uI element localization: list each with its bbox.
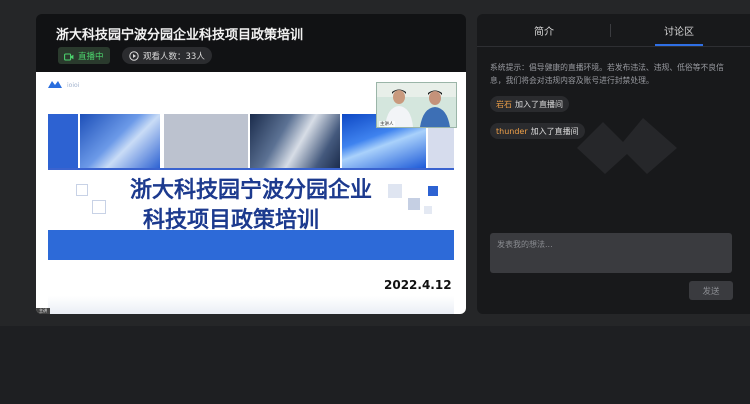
tab-divider xyxy=(610,24,611,37)
chat-action: 加入了直播间 xyxy=(515,99,563,109)
chat-username[interactable]: 岩石 xyxy=(496,99,512,110)
chat-action: 加入了直播间 xyxy=(530,126,579,136)
live-camera-icon xyxy=(64,46,74,65)
slide-date: 2022.4.12 xyxy=(384,278,452,292)
watermark-logo-icon xyxy=(577,118,677,174)
slide-image-skyscraper xyxy=(80,114,160,168)
comment-input[interactable] xyxy=(490,233,732,273)
live-status-badge: 直播中 xyxy=(58,47,110,64)
slide-logo: ioioi xyxy=(48,80,79,90)
active-tab-indicator xyxy=(655,44,703,46)
viewer-count-label: 观看人数：33人 xyxy=(143,51,205,62)
chat-username[interactable]: thunder xyxy=(496,127,528,136)
speaker-name-tag: 主讲人 xyxy=(379,121,395,127)
slide-image-handshake xyxy=(250,114,340,168)
video-area[interactable]: ioioi 浙大科技园宁波分园企业 科技项目政策培训 2022.4.12 主讲人… xyxy=(36,72,466,314)
slide-image-blue-left xyxy=(48,114,78,168)
tab-intro[interactable]: 简介 xyxy=(534,23,554,38)
system-notice: 系统提示：倡导健康的直播环境。若发布违法、违规、低俗等不良信息，我们将会对违规内… xyxy=(490,63,724,85)
slide-image-grey xyxy=(164,114,248,168)
live-player: 浙大科技园宁波分园企业科技项目政策培训 直播中 观看人数：33人 ioioi 浙… xyxy=(36,14,466,314)
slide-blue-band xyxy=(48,230,454,260)
slide-title-line1: 浙大科技园宁波分园企业 xyxy=(129,178,372,203)
slide-divider xyxy=(48,168,454,170)
slide-footer xyxy=(48,296,454,314)
play-circle-icon xyxy=(129,46,139,65)
stream-title: 浙大科技园宁波分园企业科技项目政策培训 xyxy=(56,28,304,43)
side-panel: 简介 讨论区 系统提示：倡导健康的直播环境。若发布违法、违规、低俗等不良信息，我… xyxy=(477,14,750,314)
speaker-camera[interactable]: 主讲人 xyxy=(376,82,457,128)
live-status-label: 直播中 xyxy=(78,51,104,62)
panel-tabs: 简介 讨论区 xyxy=(477,14,750,47)
slide-logo-text: ioioi xyxy=(67,81,80,89)
chat-message: 岩石 加入了直播间 xyxy=(490,96,569,112)
brand-logo-icon xyxy=(48,80,64,90)
chat-message: thunder 加入了直播间 xyxy=(490,123,585,139)
tab-discussion[interactable]: 讨论区 xyxy=(664,23,694,38)
speaker-corner-tag: 主讲 xyxy=(36,308,50,314)
send-button[interactable]: 发送 xyxy=(689,281,733,300)
viewer-count-badge: 观看人数：33人 xyxy=(122,47,212,64)
